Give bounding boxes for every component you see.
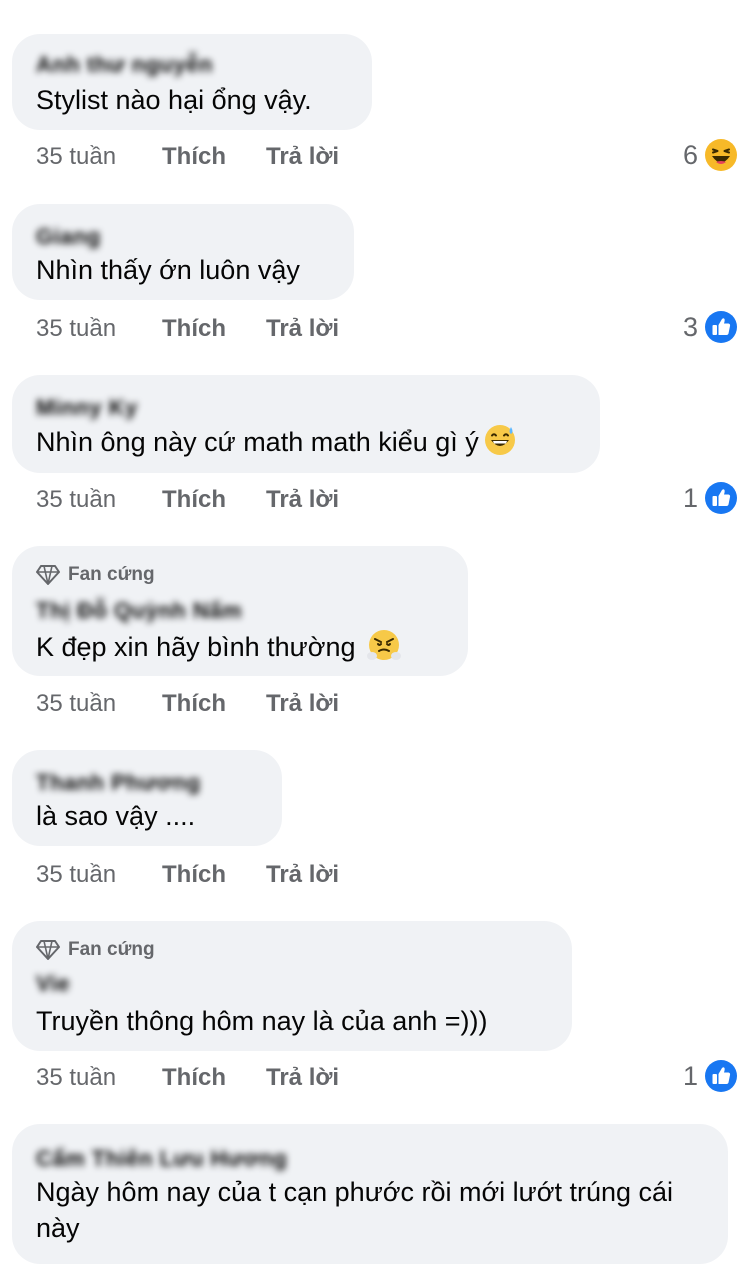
comment-time[interactable]: 35 tuần: [36, 315, 162, 343]
laugh-reaction-icon: [705, 139, 737, 171]
comment-author[interactable]: Anh thư nguyễn: [36, 52, 213, 78]
comment-text-content: Nhìn ông này cứ math math kiểu gì ý: [36, 427, 479, 457]
comment-bubble[interactable]: Fan cứng Vie Truyền thông hôm nay là của…: [12, 921, 572, 1051]
reply-button[interactable]: Trả lời: [266, 690, 339, 718]
comment-text: K đẹp xin hãy bình thường: [36, 628, 402, 665]
comment-time[interactable]: 35 tuần: [36, 690, 162, 718]
reply-button[interactable]: Trả lời: [266, 1064, 339, 1092]
like-button[interactable]: Thích: [162, 690, 266, 718]
reaction-count: 3: [682, 311, 698, 342]
comment-bubble[interactable]: Giang Nhìn thấy ớn luôn vậy: [12, 204, 354, 300]
like-reaction-icon: [705, 482, 737, 514]
comment-text: Truyền thông hôm nay là của anh =))): [36, 1006, 488, 1036]
comment-author[interactable]: Cẩm Thiên Lưu Hương: [36, 1146, 287, 1172]
like-button[interactable]: Thích: [162, 315, 266, 343]
comment-author[interactable]: Giang: [36, 224, 101, 250]
reaction-count: 1: [682, 1060, 698, 1091]
comment-actions: 35 tuần Thích Trả lời: [36, 314, 339, 344]
reaction-summary[interactable]: 6: [683, 138, 738, 172]
diamond-icon: [36, 940, 60, 960]
comment-text: Nhìn thấy ớn luôn vậy: [36, 255, 300, 285]
comment-actions: 35 tuần Thích Trả lời: [36, 1063, 339, 1093]
comment-actions: 35 tuần Thích Trả lời: [36, 689, 339, 719]
comment-actions: 35 tuần Thích Trả lời: [36, 860, 339, 890]
comment-text: Stylist nào hại ổng vậy.: [36, 85, 312, 115]
like-reaction-icon: [705, 1060, 737, 1092]
comment-bubble[interactable]: Fan cứng Thị Đỗ Quỳnh Nấm K đẹp xin hãy …: [12, 546, 468, 676]
reply-button[interactable]: Trả lời: [266, 315, 339, 343]
fan-badge-label: Fan cứng: [68, 564, 155, 585]
diamond-icon: [36, 565, 60, 585]
comment-author[interactable]: Vie: [36, 971, 70, 997]
fan-badge[interactable]: Fan cứng: [36, 564, 155, 586]
like-button[interactable]: Thích: [162, 861, 266, 889]
comment-author[interactable]: Minny Ky: [36, 395, 138, 421]
reaction-summary[interactable]: 3: [683, 310, 738, 344]
comment-bubble[interactable]: Anh thư nguyễn Stylist nào hại ổng vậy.: [12, 34, 372, 130]
fan-badge-label: Fan cứng: [68, 939, 155, 960]
reply-button[interactable]: Trả lời: [266, 486, 339, 514]
comment-time[interactable]: 35 tuần: [36, 486, 162, 514]
comment-time[interactable]: 35 tuần: [36, 861, 162, 889]
reaction-summary[interactable]: 1: [683, 481, 738, 515]
comment-time[interactable]: 35 tuần: [36, 1064, 162, 1092]
comment-bubble[interactable]: Cẩm Thiên Lưu Hương Ngày hôm nay của t c…: [12, 1124, 728, 1264]
like-reaction-icon: [705, 311, 737, 343]
fan-badge[interactable]: Fan cứng: [36, 939, 155, 961]
like-button[interactable]: Thích: [162, 486, 266, 514]
grinning-sweat-emoji: [484, 425, 515, 455]
like-button[interactable]: Thích: [162, 143, 266, 171]
comment-author[interactable]: Thị Đỗ Quỳnh Nấm: [36, 598, 242, 624]
reaction-count: 6: [682, 139, 698, 170]
comment-actions: 35 tuần Thích Trả lời: [36, 142, 339, 172]
comment-bubble[interactable]: Minny Ky Nhìn ông này cứ math math kiểu …: [12, 375, 600, 473]
like-button[interactable]: Thích: [162, 1064, 266, 1092]
comment-text: Nhìn ông này cứ math math kiểu gì ý: [36, 423, 517, 460]
comment-time[interactable]: 35 tuần: [36, 143, 162, 171]
comment-text-content: K đẹp xin hãy bình thường: [36, 632, 356, 662]
triumph-face-emoji: [367, 630, 402, 660]
reply-button[interactable]: Trả lời: [266, 861, 339, 889]
comment-author[interactable]: Thanh Phương: [36, 770, 201, 796]
comment-bubble[interactable]: Thanh Phương là sao vậy ....: [12, 750, 282, 846]
reply-button[interactable]: Trả lời: [266, 143, 339, 171]
reaction-summary[interactable]: 1: [683, 1059, 738, 1093]
comment-text: Ngày hôm nay của t cạn phước rồi mới lướ…: [36, 1177, 674, 1243]
comment-actions: 35 tuần Thích Trả lời: [36, 485, 339, 515]
reaction-count: 1: [682, 482, 698, 513]
comment-text: là sao vậy ....: [36, 801, 196, 831]
